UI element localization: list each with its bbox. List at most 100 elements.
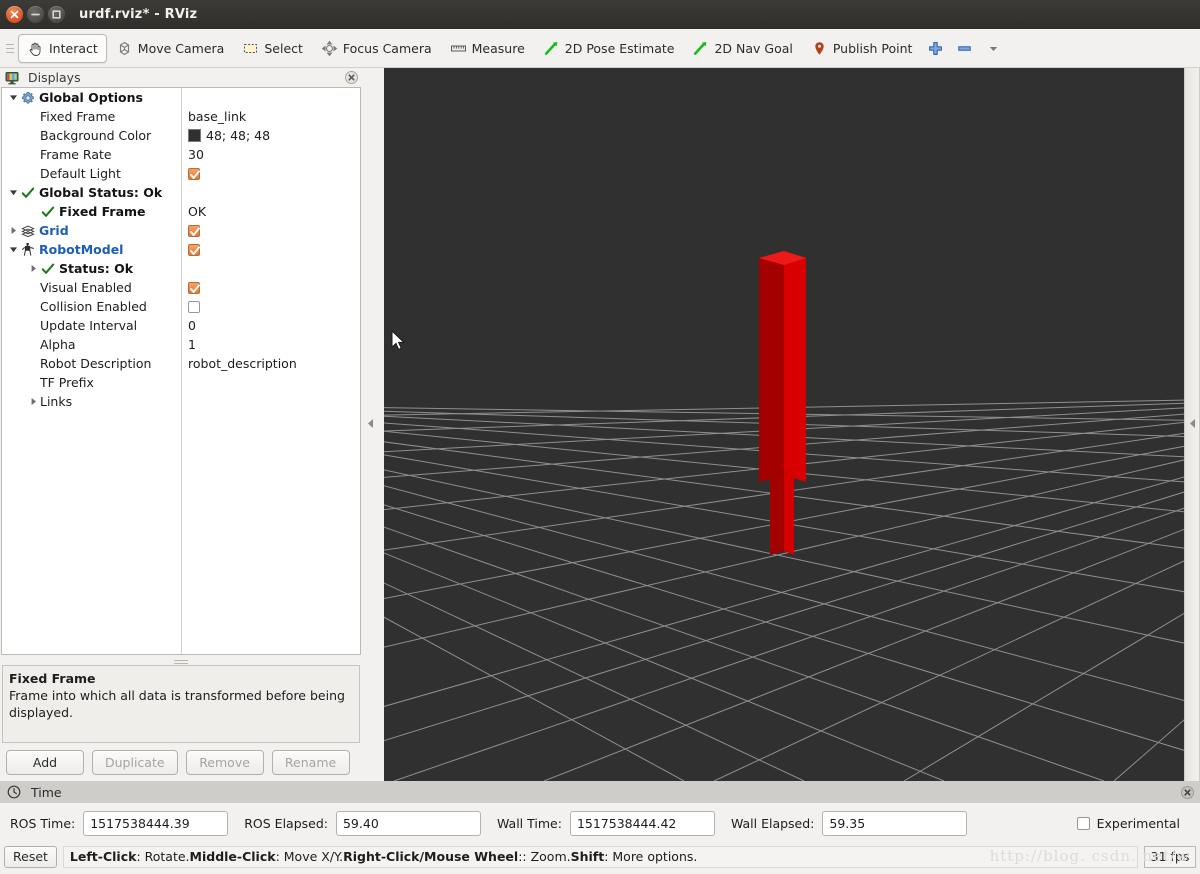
- tree-expander-right-icon[interactable]: [26, 392, 40, 411]
- checkbox-checked[interactable]: [188, 224, 200, 237]
- tool-move-camera[interactable]: Move Camera: [107, 34, 234, 63]
- displays-button-row: Add Duplicate Remove Rename: [0, 743, 362, 781]
- display-description-box: Fixed Frame Frame into which all data is…: [2, 665, 360, 743]
- add-button[interactable]: Add: [6, 749, 84, 775]
- tool-focus-camera[interactable]: Focus Camera: [312, 34, 441, 63]
- tree-row-label: RobotModel: [39, 242, 124, 257]
- toolbar-overflow-button[interactable]: [979, 34, 1008, 63]
- window-titlebar: urdf.rviz* - RViz: [0, 0, 1200, 29]
- wall-time-input[interactable]: 1517538444.42: [569, 810, 715, 836]
- tool-measure[interactable]: Measure: [441, 34, 534, 63]
- tree-row-status-ok[interactable]: Status: Ok: [2, 259, 360, 278]
- experimental-checkbox-group[interactable]: Experimental: [1076, 816, 1190, 831]
- tree-row-value[interactable]: [188, 224, 200, 237]
- reset-button[interactable]: Reset: [4, 845, 57, 868]
- tree-row-value[interactable]: 48; 48; 48: [188, 128, 270, 143]
- tree-expander-right-icon[interactable]: [6, 221, 20, 240]
- tree-row-global-options[interactable]: Global Options: [2, 88, 360, 107]
- tree-row-value[interactable]: OK: [188, 204, 206, 219]
- experimental-checkbox[interactable]: [1076, 816, 1090, 830]
- displays-monitor-icon: [4, 70, 19, 85]
- chevron-down-icon: [985, 40, 1002, 57]
- tool-2d-pose-estimate[interactable]: 2D Pose Estimate: [534, 34, 684, 63]
- tree-row-fixed-frame[interactable]: Fixed Frame OK: [2, 202, 360, 221]
- duplicate-button[interactable]: Duplicate: [92, 749, 178, 775]
- tree-row-background-color[interactable]: Background Color 48; 48; 48: [2, 126, 360, 145]
- displays-panel-close-icon[interactable]: [345, 71, 358, 84]
- tree-row-fixed-frame[interactable]: Fixed Frame base_link: [2, 107, 360, 126]
- value-text: robot_description: [188, 356, 297, 371]
- tree-row-label: Global Status: Ok: [39, 185, 163, 200]
- tree-expander-down-icon[interactable]: [6, 88, 20, 107]
- tree-twisty-placeholder: [26, 354, 40, 373]
- window-close-button[interactable]: [6, 6, 23, 23]
- checkbox-unchecked[interactable]: [188, 300, 200, 313]
- tree-row-value[interactable]: [188, 243, 200, 256]
- tree-row-value[interactable]: 30: [188, 147, 204, 162]
- tool-select[interactable]: Select: [233, 34, 312, 63]
- tree-row-robotmodel[interactable]: RobotModel: [2, 240, 360, 259]
- left-panel-splitter[interactable]: [362, 68, 378, 781]
- status-hint-segment: Left-Click: [69, 849, 137, 864]
- color-swatch[interactable]: [188, 129, 201, 142]
- toolbar-drag-handle[interactable]: [4, 37, 16, 59]
- tree-row-value[interactable]: robot_description: [188, 356, 297, 371]
- tool-publish-point[interactable]: Publish Point: [802, 34, 922, 63]
- tree-row-robot-description[interactable]: Robot Description robot_description: [2, 354, 360, 373]
- tree-row-grid[interactable]: Grid: [2, 221, 360, 240]
- tool-2d-nav-goal[interactable]: 2D Nav Goal: [683, 34, 801, 63]
- window-maximize-button[interactable]: [48, 6, 65, 23]
- tree-row-frame-rate[interactable]: Frame Rate 30: [2, 145, 360, 164]
- time-panel-close-icon[interactable]: [1181, 785, 1194, 799]
- value-text: 0: [188, 318, 196, 333]
- tree-row-label: Global Options: [39, 90, 143, 105]
- tree-twisty-placeholder: [26, 126, 40, 145]
- tree-row-default-light[interactable]: Default Light: [2, 164, 360, 183]
- rename-button[interactable]: Rename: [271, 749, 350, 775]
- tree-row-value[interactable]: [188, 167, 200, 180]
- add-tool-button[interactable]: [921, 34, 950, 63]
- tree-row-update-interval[interactable]: Update Interval 0: [2, 316, 360, 335]
- description-body: Frame into which all data is transformed…: [9, 688, 345, 720]
- wall-time-label: Wall Time:: [496, 815, 562, 831]
- tree-row-value[interactable]: 0: [188, 318, 196, 333]
- tree-row-alpha[interactable]: Alpha 1: [2, 335, 360, 354]
- tool-2d-nav-goal-label: 2D Nav Goal: [714, 40, 793, 56]
- tree-row-collision-enabled[interactable]: Collision Enabled: [2, 297, 360, 316]
- description-title: Fixed Frame: [9, 671, 96, 686]
- status-hint-segment: Right-Click/Mouse Wheel: [343, 849, 519, 864]
- tool-move-camera-label: Move Camera: [137, 40, 225, 56]
- move-camera-icon: [116, 40, 133, 57]
- 3d-render-view[interactable]: [384, 68, 1184, 781]
- ros-elapsed-input[interactable]: 59.40: [335, 810, 481, 836]
- wall-elapsed-label: Wall Elapsed:: [730, 815, 815, 831]
- tree-expander-right-icon[interactable]: [26, 259, 40, 278]
- ros-time-input[interactable]: 1517538444.39: [83, 810, 229, 836]
- tree-row-visual-enabled[interactable]: Visual Enabled: [2, 278, 360, 297]
- tree-row-global-status-ok[interactable]: Global Status: Ok: [2, 183, 360, 202]
- tree-row-links[interactable]: Links: [2, 392, 360, 411]
- checkbox-checked[interactable]: [188, 243, 200, 256]
- ros-time-label: ROS Time:: [10, 815, 76, 831]
- remove-tool-button[interactable]: [950, 34, 979, 63]
- checkbox-checked[interactable]: [188, 281, 200, 294]
- check-icon: [40, 204, 55, 219]
- displays-tree[interactable]: Global Options Fixed Frame base_link Backgr…: [1, 87, 361, 655]
- wall-elapsed-input[interactable]: 59.35: [822, 810, 968, 836]
- remove-button[interactable]: Remove: [185, 749, 264, 775]
- tree-row-value[interactable]: base_link: [188, 109, 246, 124]
- window-minimize-button[interactable]: [27, 6, 44, 23]
- checkbox-checked[interactable]: [188, 167, 200, 180]
- collapse-left-arrow-icon[interactable]: [366, 417, 375, 432]
- tree-row-value[interactable]: [188, 281, 200, 294]
- tree-expander-down-icon[interactable]: [6, 183, 20, 202]
- tree-row-value[interactable]: [188, 300, 200, 313]
- panel-resize-handle[interactable]: [0, 655, 362, 665]
- tree-expander-down-icon[interactable]: [6, 240, 20, 259]
- collapse-left-arrow-icon-right[interactable]: [1188, 417, 1197, 432]
- tree-row-value[interactable]: 1: [188, 337, 196, 352]
- tool-interact[interactable]: Interact: [18, 33, 107, 63]
- tree-row-tf-prefix[interactable]: TF Prefix: [2, 373, 360, 392]
- right-panel-splitter[interactable]: [1184, 68, 1200, 781]
- robot-icon: [20, 242, 35, 257]
